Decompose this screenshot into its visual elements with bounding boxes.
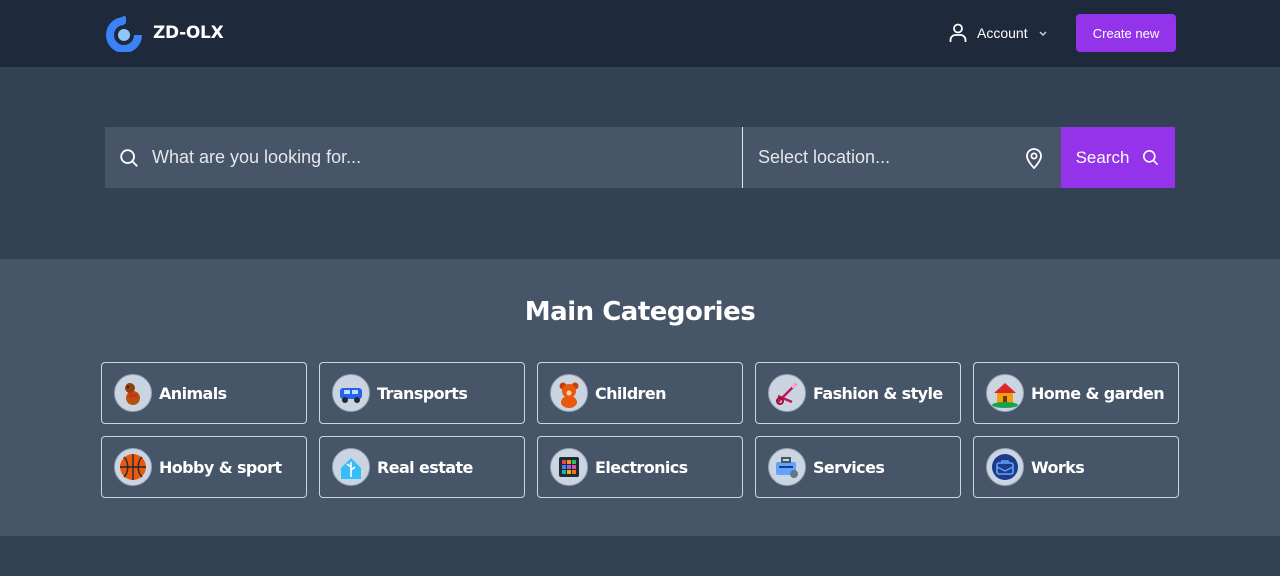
category-electronics[interactable]: Electronics [537, 436, 743, 498]
category-real-estate[interactable]: Real estate [319, 436, 525, 498]
scissors-icon [768, 374, 806, 412]
category-label: Services [813, 457, 885, 477]
section-title: Main Categories [524, 297, 756, 327]
chevron-down-icon [1039, 31, 1047, 36]
brand-name: ZD-OLX [153, 23, 224, 43]
location-select[interactable]: Select location... [743, 127, 1061, 188]
category-label: Electronics [595, 457, 688, 477]
dog-icon [114, 374, 152, 412]
house-tree-icon [332, 448, 370, 486]
footer-band [0, 536, 1280, 576]
location-placeholder: Select location... [758, 147, 891, 167]
search-icon [1143, 149, 1159, 166]
top-navbar: ZD-OLX Account Create new [0, 0, 1280, 67]
search-icon [120, 148, 138, 167]
create-new-button[interactable]: Create new [1076, 14, 1176, 52]
category-label: Real estate [377, 457, 473, 477]
house-icon [986, 374, 1024, 412]
category-label: Fashion & style [813, 383, 943, 403]
category-animals[interactable]: Animals [101, 362, 307, 424]
category-works[interactable]: Works [973, 436, 1179, 498]
category-transports[interactable]: Transports [319, 362, 525, 424]
search-button[interactable]: Search [1061, 127, 1175, 188]
car-icon [332, 374, 370, 412]
category-label: Home & garden [1031, 383, 1165, 403]
search-input[interactable]: What are you looking for... [105, 127, 743, 188]
category-grid: Animals Transports Children Fashion & st… [101, 362, 1180, 498]
category-label: Animals [159, 383, 227, 403]
map-pin-icon [1026, 148, 1042, 170]
category-services[interactable]: Services [755, 436, 961, 498]
category-children[interactable]: Children [537, 362, 743, 424]
user-icon [949, 23, 967, 42]
category-label: Works [1031, 457, 1085, 477]
category-label: Hobby & sport [159, 457, 282, 477]
category-label: Children [595, 383, 666, 403]
category-label: Transports [377, 383, 468, 403]
category-home-garden[interactable]: Home & garden [973, 362, 1179, 424]
logo-icon [106, 16, 143, 52]
categories-section: Main Categories Animals Transports Child… [0, 259, 1280, 536]
category-fashion-style[interactable]: Fashion & style [755, 362, 961, 424]
search-button-label: Search [1075, 147, 1130, 167]
teddy-bear-icon [550, 374, 588, 412]
category-hobby-sport[interactable]: Hobby & sport [101, 436, 307, 498]
basketball-icon [114, 448, 152, 486]
toolbox-icon [768, 448, 806, 486]
account-label: Account [977, 25, 1028, 41]
brand-logo[interactable]: ZD-OLX [104, 14, 224, 52]
search-placeholder: What are you looking for... [152, 147, 362, 167]
briefcase-icon [986, 448, 1024, 486]
account-menu[interactable]: Account [946, 20, 1048, 46]
tablet-icon [550, 448, 588, 486]
search-bar: What are you looking for... Select locat… [105, 127, 1176, 188]
